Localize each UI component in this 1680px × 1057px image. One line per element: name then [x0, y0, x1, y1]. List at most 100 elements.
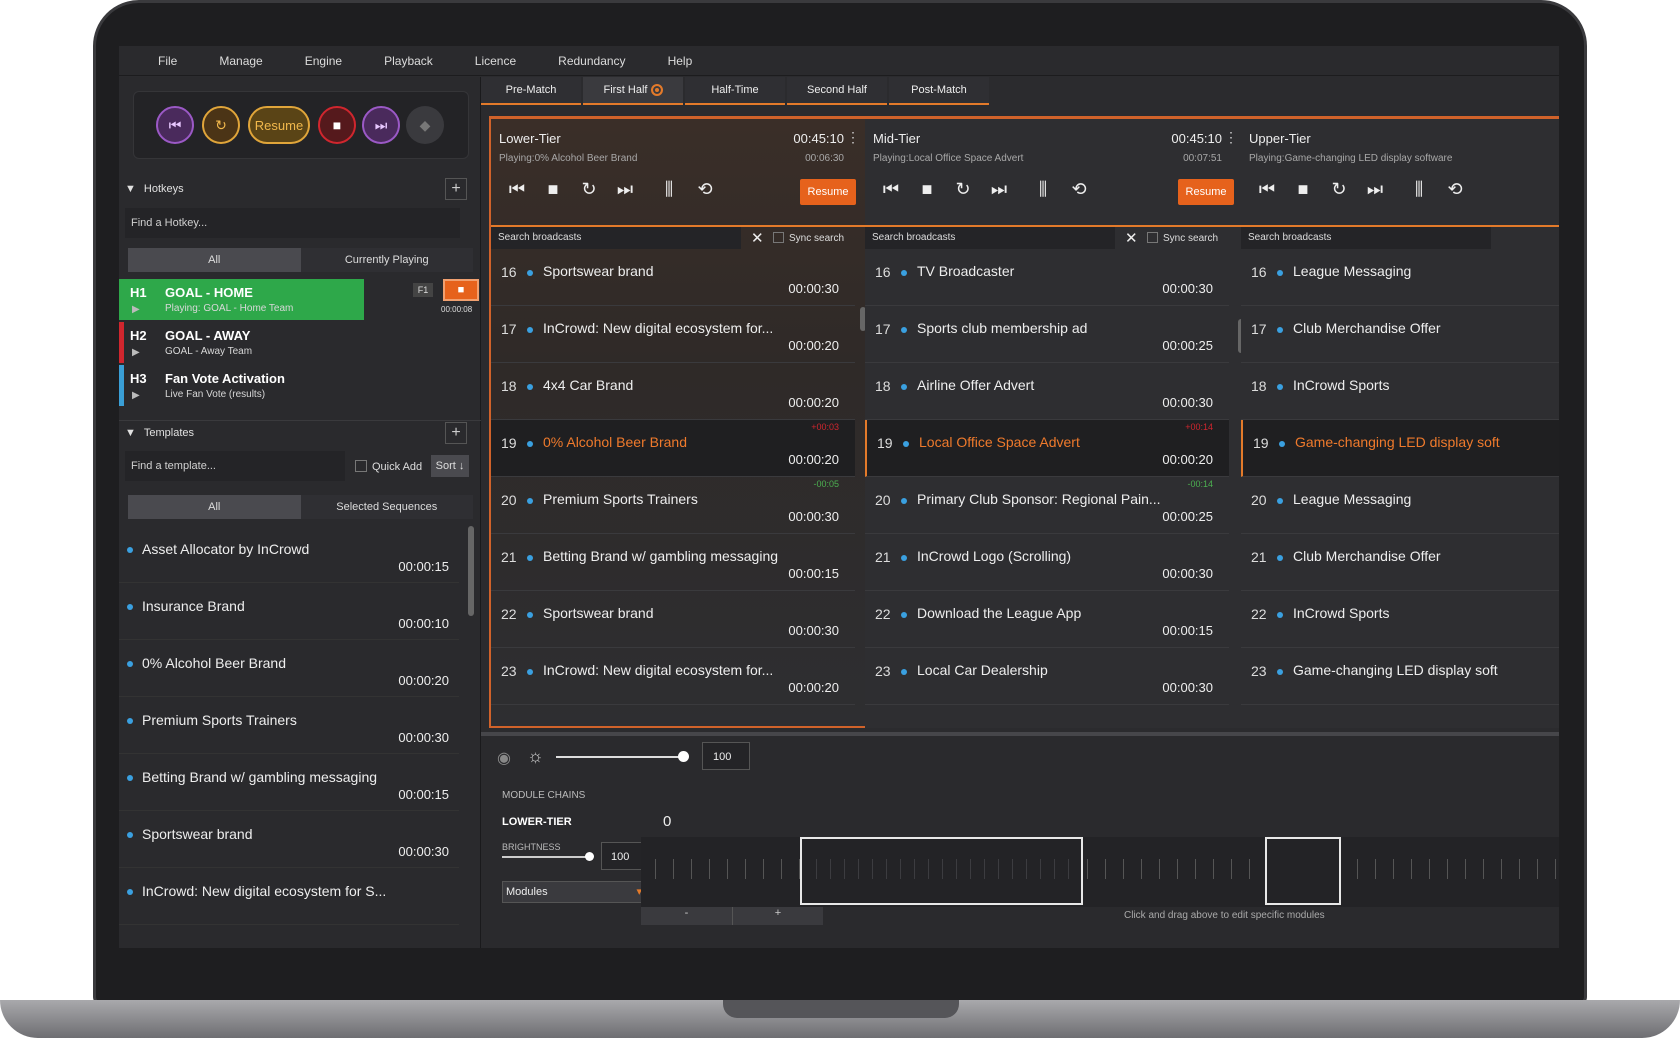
hotkey-h1[interactable]: H1 GOAL - HOME Playing: GOAL - Home Team…	[119, 279, 481, 320]
restart-icon[interactable]: ↻	[575, 179, 603, 200]
broadcast-item[interactable]: 16 TV Broadcaster 00:00:30	[865, 249, 1229, 306]
tab-second-half[interactable]: Second Half	[787, 77, 887, 105]
tab-half-time[interactable]: Half-Time	[685, 77, 785, 105]
template-scrollbar[interactable]	[468, 526, 474, 616]
add-template-icon[interactable]: +	[445, 422, 467, 444]
template-search-input[interactable]: Find a template...	[125, 451, 345, 481]
tab-pre-match[interactable]: Pre-Match	[481, 77, 581, 105]
skip-forward-icon[interactable]: ⏭	[611, 179, 639, 200]
brightness-slider-handle[interactable]	[678, 751, 689, 762]
broadcast-item[interactable]: 21 Betting Brand w/ gambling messaging 0…	[491, 534, 855, 591]
clear-search-icon[interactable]: ✕	[1125, 229, 1138, 247]
menu-manage[interactable]: Manage	[219, 54, 262, 68]
broadcast-item[interactable]: 22 InCrowd Sports	[1241, 591, 1559, 648]
hotkeys-header[interactable]: ▼ Hotkeys +	[119, 177, 481, 201]
stop-icon[interactable]: ■	[1289, 179, 1317, 200]
mixer-icon[interactable]: ⫼	[655, 179, 683, 200]
skip-forward-icon[interactable]: ⏭	[362, 106, 400, 144]
hotkey-search-input[interactable]: Find a Hotkey...	[125, 208, 460, 238]
skip-forward-icon[interactable]: ⏭	[1361, 179, 1389, 200]
broadcast-item[interactable]: 20 Primary Club Sponsor: Regional Pain..…	[865, 477, 1229, 534]
filter-currently-playing[interactable]: Currently Playing	[301, 248, 474, 272]
zoom-in-button[interactable]: +	[732, 907, 823, 925]
eye-icon[interactable]: ◉	[497, 748, 511, 768]
broadcast-item[interactable]: 22 Download the League App 00:00:15	[865, 591, 1229, 648]
broadcast-item[interactable]: 19 0% Alcohol Beer Brand 00:00:20 +00:03	[491, 420, 855, 477]
broadcast-item[interactable]: 17 InCrowd: New digital ecosystem for...…	[491, 306, 855, 363]
hotkey-h3[interactable]: H3 Fan Vote Activation Live Fan Vote (re…	[119, 365, 481, 406]
resume-button[interactable]: Resume	[1178, 179, 1234, 205]
zoom-out-button[interactable]: -	[641, 907, 732, 925]
stop-hotkey-icon[interactable]: ■	[443, 279, 479, 301]
loop-icon[interactable]: ⟲	[1065, 179, 1093, 200]
menu-help[interactable]: Help	[668, 54, 693, 68]
loop-icon[interactable]: ⟲	[1441, 179, 1469, 200]
broadcast-item[interactable]: 23 Local Car Dealership 00:00:30	[865, 648, 1229, 705]
checkbox[interactable]	[1147, 232, 1158, 243]
tab-first-half[interactable]: First Half	[583, 77, 683, 105]
diamond-icon[interactable]: ◆	[406, 106, 444, 144]
filter-all[interactable]: All	[128, 495, 301, 519]
module-brightness-handle[interactable]	[585, 852, 594, 861]
modules-select[interactable]: Modules ▾	[502, 881, 647, 903]
loop-icon[interactable]: ⟲	[691, 179, 719, 200]
broadcast-search-input[interactable]: Search broadcasts	[865, 227, 1115, 249]
mixer-icon[interactable]: ⫼	[1405, 179, 1433, 200]
menu-licence[interactable]: Licence	[475, 54, 516, 68]
stop-icon[interactable]: ■	[539, 179, 567, 200]
brightness-input[interactable]: 100	[702, 742, 750, 770]
quick-add-toggle[interactable]: Quick Add	[355, 460, 422, 473]
template-item[interactable]: Premium Sports Trainers 00:00:30	[119, 697, 459, 754]
broadcast-item[interactable]: 19 Local Office Space Advert 00:00:20 +0…	[865, 420, 1229, 477]
broadcast-item[interactable]: 22 Sportswear brand 00:00:30	[491, 591, 855, 648]
menu-playback[interactable]: Playback	[384, 54, 433, 68]
restart-icon[interactable]: ↻	[949, 179, 977, 200]
broadcast-item[interactable]: 19 Game-changing LED display soft	[1241, 420, 1559, 477]
resume-button[interactable]: Resume	[800, 179, 856, 205]
checkbox[interactable]	[355, 460, 367, 472]
brightness-slider[interactable]	[556, 756, 684, 758]
template-item[interactable]: 0% Alcohol Beer Brand 00:00:20	[119, 640, 459, 697]
menu-engine[interactable]: Engine	[305, 54, 342, 68]
template-item[interactable]: Insurance Brand 00:00:10	[119, 583, 459, 640]
restart-icon[interactable]: ↻	[202, 106, 240, 144]
module-strip[interactable]	[641, 837, 1559, 907]
broadcast-item[interactable]: 18 InCrowd Sports	[1241, 363, 1559, 420]
broadcast-item[interactable]: 20 League Messaging	[1241, 477, 1559, 534]
skip-back-icon[interactable]: ⏮	[156, 106, 194, 144]
broadcast-item[interactable]: 21 InCrowd Logo (Scrolling) 00:00:30	[865, 534, 1229, 591]
broadcast-item[interactable]: 17 Sports club membership ad 00:00:25	[865, 306, 1229, 363]
broadcast-item[interactable]: 23 InCrowd: New digital ecosystem for...…	[491, 648, 855, 705]
hotkey-h2[interactable]: H2 GOAL - AWAY GOAL - Away Team ▶	[119, 322, 481, 363]
mixer-icon[interactable]: ⫼	[1029, 179, 1057, 200]
template-item[interactable]: InCrowd: New digital ecosystem for S...	[119, 868, 459, 925]
more-menu-icon[interactable]: ⋮	[846, 129, 860, 146]
sync-search-toggle[interactable]: Sync search	[773, 232, 844, 244]
stop-icon[interactable]: ■	[318, 106, 356, 144]
module-brightness-slider[interactable]	[502, 856, 590, 858]
add-hotkey-icon[interactable]: +	[445, 178, 467, 200]
broadcast-item[interactable]: 18 4x4 Car Brand 00:00:20	[491, 363, 855, 420]
templates-header[interactable]: ▼ Templates +	[119, 420, 481, 444]
skip-back-icon[interactable]: ⏮	[877, 179, 905, 200]
broadcast-item[interactable]: 16 Sportswear brand 00:00:30	[491, 249, 855, 306]
skip-back-icon[interactable]: ⏮	[503, 179, 531, 200]
template-item[interactable]: Betting Brand w/ gambling messaging 00:0…	[119, 754, 459, 811]
broadcast-item[interactable]: 21 Club Merchandise Offer	[1241, 534, 1559, 591]
sort-button[interactable]: Sort ↓	[431, 455, 469, 477]
menu-redundancy[interactable]: Redundancy	[558, 54, 625, 68]
checkbox[interactable]	[773, 232, 784, 243]
sync-search-toggle[interactable]: Sync search	[1147, 232, 1218, 244]
stop-icon[interactable]: ■	[913, 179, 941, 200]
broadcast-item[interactable]: 20 Premium Sports Trainers 00:00:30 -00:…	[491, 477, 855, 534]
module-selection-2[interactable]	[1265, 837, 1341, 905]
broadcast-item[interactable]: 16 League Messaging	[1241, 249, 1559, 306]
template-item[interactable]: Sportswear brand 00:00:30	[119, 811, 459, 868]
clear-search-icon[interactable]: ✕	[751, 229, 764, 247]
module-brightness-input[interactable]: 100	[601, 842, 645, 870]
restart-icon[interactable]: ↻	[1325, 179, 1353, 200]
template-item[interactable]: Asset Allocator by InCrowd 00:00:15	[119, 526, 459, 583]
broadcast-search-input[interactable]: Search broadcasts	[1241, 227, 1491, 249]
filter-selected-sequences[interactable]: Selected Sequences	[301, 495, 474, 519]
tab-post-match[interactable]: Post-Match	[889, 77, 989, 105]
